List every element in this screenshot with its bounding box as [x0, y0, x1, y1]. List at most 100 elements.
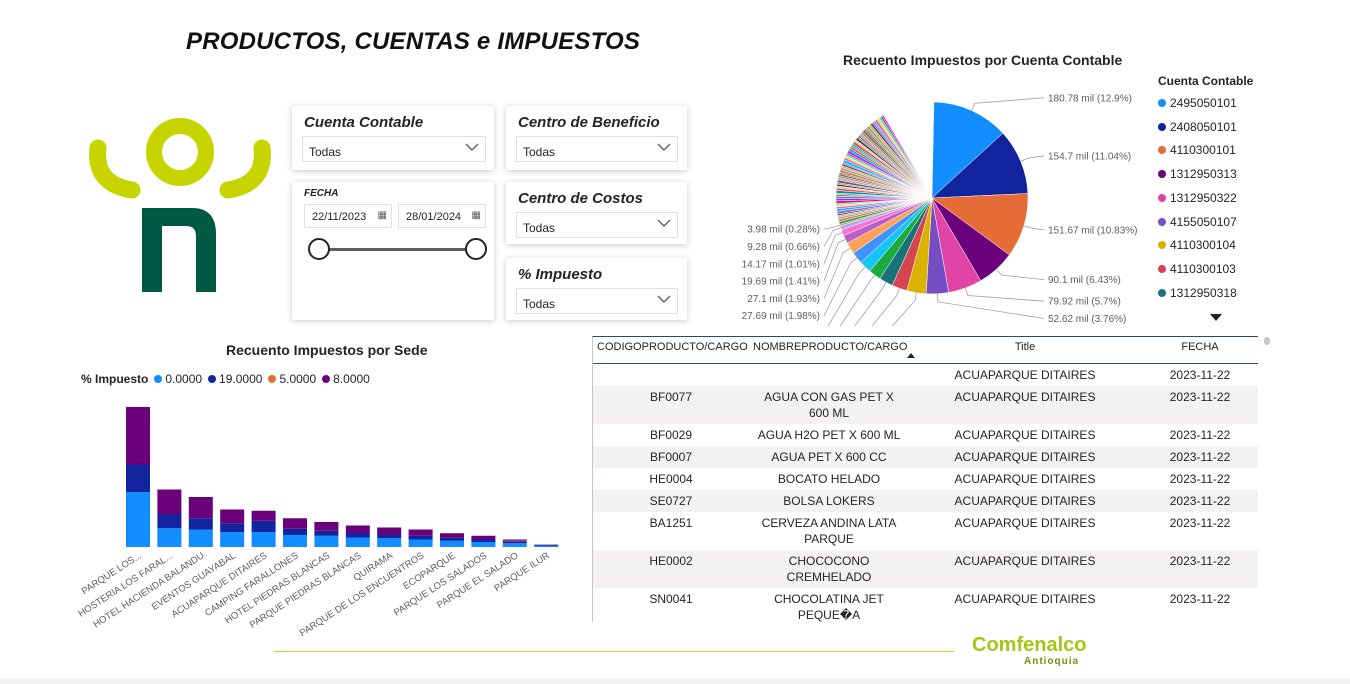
- bar-segment[interactable]: [251, 532, 276, 547]
- bar-segment[interactable]: [314, 535, 339, 547]
- table-row[interactable]: SE0727 BOLSA LOKERS ACUAPARQUE DITAIRES 202…: [593, 489, 1258, 512]
- legend-item[interactable]: 4110300103: [1158, 262, 1236, 276]
- bar-segment[interactable]: [157, 528, 182, 547]
- table-cell: ACUAPARQUE DITAIRES: [909, 549, 1141, 588]
- chevron-down-icon: [465, 143, 479, 151]
- bar-segment[interactable]: [220, 523, 245, 532]
- column-header[interactable]: Title: [909, 337, 1141, 363]
- legend-item[interactable]: 1312950318: [1158, 286, 1237, 300]
- start-date-handle[interactable]: [308, 238, 330, 260]
- bar-chart-title: Recuento Impuestos por Sede: [226, 342, 428, 358]
- legend-label[interactable]: 8.0000: [333, 372, 370, 386]
- bar-chart-legend: % Impuesto 0.0000 19.0000 5.0000 8.0000: [81, 372, 370, 386]
- end-date-handle[interactable]: [465, 238, 487, 260]
- dropdown-value: Todas: [523, 221, 556, 235]
- bar-segment[interactable]: [408, 529, 433, 536]
- table-row[interactable]: HE0004 BOCATO HELADO ACUAPARQUE DITAIRES 20…: [593, 468, 1258, 490]
- bar-segment[interactable]: [220, 532, 245, 547]
- bar-segment[interactable]: [534, 545, 559, 547]
- pie-legend: Cuenta Contable 2495050101 2408050101 4110…: [1158, 74, 1308, 334]
- bar-segment[interactable]: [283, 518, 307, 529]
- legend-label: 4155050107: [1170, 214, 1237, 229]
- bar-segment[interactable]: [408, 539, 433, 548]
- legend-color-dot: [322, 375, 331, 383]
- bar-segment[interactable]: [126, 464, 150, 493]
- cuenta-contable-dropdown[interactable]: Todas: [302, 136, 486, 162]
- pie-chart[interactable]: 180.78 mil (12.9%) 154.7 mil (11.04%) 151.…: [700, 76, 1150, 326]
- legend-item[interactable]: 1312950313: [1158, 167, 1237, 181]
- bar-segment[interactable]: [440, 537, 464, 541]
- centro-costos-dropdown[interactable]: Todas: [516, 212, 678, 238]
- table-row[interactable]: ACUAPARQUE DITAIRES 2023-11-22: [593, 363, 1258, 386]
- bar-segment[interactable]: [502, 539, 527, 541]
- bar-segment[interactable]: [502, 541, 527, 544]
- table-row[interactable]: HE0002 CHOCOCONO CREMHELADO ACUAPARQUE DIT…: [593, 549, 1258, 588]
- bar-segment[interactable]: [471, 542, 496, 547]
- bar-segment[interactable]: [283, 528, 307, 535]
- bar-segment[interactable]: [408, 535, 433, 540]
- bar-segment[interactable]: [251, 510, 276, 521]
- bar-segment[interactable]: [283, 535, 307, 547]
- legend-item[interactable]: 2408050101: [1158, 120, 1237, 134]
- bar-segment[interactable]: [314, 530, 339, 536]
- centro-beneficio-dropdown[interactable]: Todas: [516, 136, 678, 162]
- table-scrollbar[interactable]: [1264, 337, 1270, 345]
- slicer-centro-beneficio: Centro de Beneficio Todas: [506, 106, 687, 170]
- column-header[interactable]: CODIGOPRODUCTO/CARGO: [593, 337, 749, 363]
- legend-label[interactable]: 0.0000: [165, 372, 202, 386]
- bar-segment[interactable]: [377, 527, 402, 535]
- bar-segment[interactable]: [157, 514, 182, 529]
- start-date-input[interactable]: 22/11/2023 ▦: [304, 204, 392, 228]
- bar-segment[interactable]: [126, 407, 150, 465]
- bar-segment[interactable]: [345, 533, 370, 538]
- bar-segment[interactable]: [377, 534, 402, 539]
- legend-color-dot: [1158, 217, 1166, 226]
- bar-segment[interactable]: [471, 535, 496, 540]
- table-cell: AGUA PET X 600 CC: [749, 445, 909, 468]
- bar-segment[interactable]: [188, 518, 213, 530]
- bar-segment[interactable]: [157, 489, 182, 515]
- bar-chart[interactable]: PARQUE LOS...HOSTERIA LOS FARAL...HOTEL …: [70, 392, 590, 642]
- legend-label[interactable]: 5.0000: [279, 372, 316, 386]
- bar-segment[interactable]: [534, 544, 559, 546]
- table-row[interactable]: BA1251 CERVEZA ANDINA LATA PARQUE ACUAPARQ…: [593, 512, 1258, 550]
- table-grid: CODIGOPRODUCTO/CARGO NOMBREPRODUCTO/CARG…: [593, 337, 1258, 622]
- bar-segment[interactable]: [440, 533, 464, 538]
- data-table[interactable]: CODIGOPRODUCTO/CARGO NOMBREPRODUCTO/CARG…: [592, 336, 1258, 622]
- x-axis-tick-label: PARQUE ILUR: [492, 550, 552, 594]
- bar-segment[interactable]: [377, 538, 402, 547]
- legend-item[interactable]: 2495050101: [1158, 96, 1237, 110]
- bar-segment[interactable]: [220, 509, 245, 524]
- table-row[interactable]: BF0077 AGUA CON GAS PET X 600 ML ACUAPARQU…: [593, 385, 1258, 424]
- table-cell: 2023-11-22: [1169, 515, 1231, 530]
- legend-color-dot: [1158, 264, 1166, 273]
- bar-segment[interactable]: [502, 540, 527, 542]
- pie-leader-line: [964, 287, 1045, 302]
- table-cell: AGUA CON GAS PET X 600 ML: [749, 385, 909, 424]
- bar-segment[interactable]: [314, 522, 339, 531]
- bar-segment[interactable]: [126, 492, 150, 547]
- bar-segment[interactable]: [251, 520, 276, 532]
- legend-item[interactable]: 4110300101: [1158, 143, 1236, 157]
- bar-segment[interactable]: [471, 539, 496, 543]
- legend-item[interactable]: 4110300104: [1158, 238, 1236, 252]
- table-cell: CERVEZA ANDINA LATA PARQUE: [761, 515, 897, 546]
- table-row[interactable]: BF0029 AGUA H2O PET X 600 ML ACUAPARQUE DI…: [593, 424, 1258, 446]
- legend-scroll-down-icon[interactable]: [1210, 314, 1222, 322]
- pie-data-label: 52.62 mil (3.76%): [1048, 314, 1126, 325]
- legend-label[interactable]: 19.0000: [219, 372, 262, 386]
- bar-segment[interactable]: [188, 497, 213, 519]
- column-header[interactable]: FECHA: [1141, 337, 1258, 363]
- table-row[interactable]: BF0007 AGUA PET X 600 CC ACUAPARQUE DITAIR…: [593, 445, 1258, 468]
- table-row[interactable]: SN0041 CHOCOLATINA JET PEQUE�A ACUAPARQUE …: [593, 588, 1258, 623]
- bar-segment[interactable]: [345, 537, 370, 548]
- bar-segment[interactable]: [440, 540, 464, 547]
- bar-segment[interactable]: [502, 543, 527, 547]
- legend-item[interactable]: 1312950322: [1158, 191, 1237, 205]
- bar-segment[interactable]: [188, 529, 213, 548]
- legend-item[interactable]: 4155050107: [1158, 215, 1237, 229]
- impuesto-dropdown[interactable]: Todas: [516, 288, 678, 314]
- end-date-input[interactable]: 28/01/2024 ▦: [398, 204, 486, 228]
- bar-segment[interactable]: [345, 525, 370, 534]
- column-header[interactable]: NOMBREPRODUCTO/CARGO: [749, 337, 915, 363]
